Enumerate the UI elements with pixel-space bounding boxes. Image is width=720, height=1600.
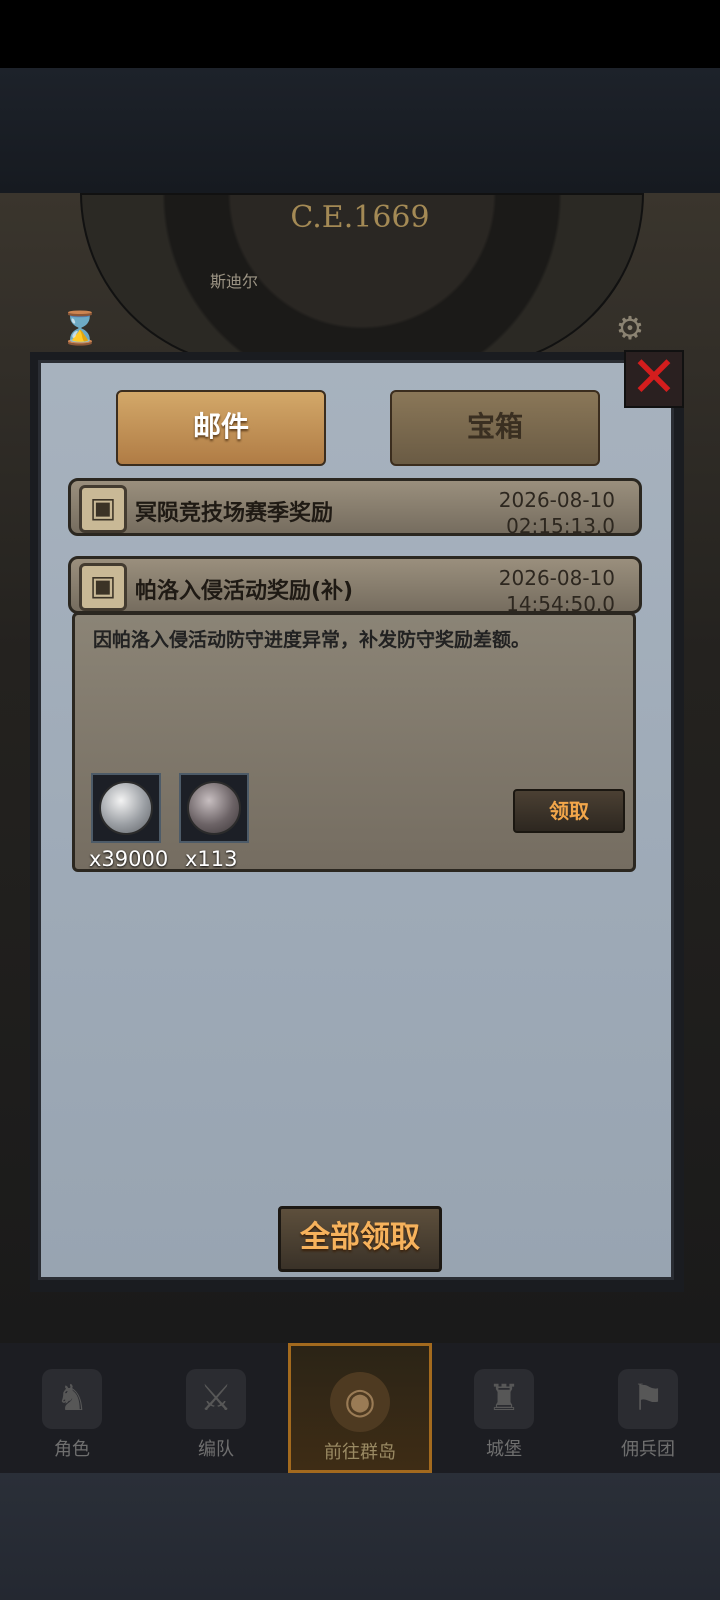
status-bar: [0, 0, 720, 68]
mail-datetime: 2026-08-10 14:54:50.0: [499, 565, 615, 617]
nav-label: 佣兵团: [621, 1439, 675, 1460]
gear-icon[interactable]: ⚙: [608, 306, 652, 350]
reward-item-medal[interactable]: [179, 773, 249, 843]
mail-box-icon: ▣: [79, 485, 127, 533]
mail-datetime: 2026-08-10 02:15:13.0: [499, 487, 615, 539]
globe-icon: ◉: [330, 1372, 390, 1432]
nav-item-islands[interactable]: ◉ 前往群岛: [288, 1343, 432, 1473]
nav-label: 编队: [198, 1439, 234, 1460]
mail-item[interactable]: ▣ 帕洛入侵活动奖励(补) 2026-08-10 14:54:50.0: [68, 556, 642, 617]
tab-chest[interactable]: 宝箱: [390, 390, 600, 466]
reward-qty: x113: [185, 847, 238, 871]
dark-medal-icon: [187, 781, 241, 835]
bottom-nav: ♞ 角色 ⚔ 编队 ◉ 前往群岛 ♜ 城堡 ⚑ 佣兵团: [0, 1343, 720, 1473]
nav-item-formation[interactable]: ⚔ 编队: [144, 1343, 288, 1473]
tab-mail[interactable]: 邮件: [116, 390, 326, 466]
bottom-background: [0, 1473, 720, 1600]
mail-date: 2026-08-10: [498, 566, 615, 590]
nav-label: 城堡: [486, 1439, 522, 1460]
reward-qty: x39000: [89, 847, 169, 871]
mail-body-card: 因帕洛入侵活动防守进度异常，补发防守奖励差额。 x39000 x113 领取: [72, 612, 636, 872]
close-button[interactable]: ✕: [624, 350, 684, 408]
mail-item[interactable]: ▣ 冥陨竞技场赛季奖励 2026-08-10 02:15:13.0: [68, 478, 642, 539]
mail-title: 冥陨竞技场赛季奖励: [135, 501, 334, 526]
mail-title: 帕洛入侵活动奖励(补): [135, 579, 354, 604]
nav-item-mercenary[interactable]: ⚑ 佣兵团: [576, 1343, 720, 1473]
place-label: 斯迪尔: [210, 272, 259, 291]
top-background: [0, 68, 720, 193]
mail-body-text: 因帕洛入侵活动防守进度异常，补发防守奖励差额。: [93, 629, 531, 651]
character-icon: ♞: [42, 1369, 102, 1429]
castle-icon: ♜: [474, 1369, 534, 1429]
formation-icon: ⚔: [186, 1369, 246, 1429]
hourglass-icon[interactable]: ⌛: [58, 306, 102, 350]
claim-button[interactable]: 领取: [513, 789, 625, 833]
claim-all-button[interactable]: 全部领取: [278, 1206, 442, 1272]
nav-label: 前往群岛: [324, 1442, 396, 1463]
mercenary-icon: ⚑: [618, 1369, 678, 1429]
nav-item-castle[interactable]: ♜ 城堡: [432, 1343, 576, 1473]
silver-coin-icon: [99, 781, 153, 835]
nav-item-character[interactable]: ♞ 角色: [0, 1343, 144, 1473]
reward-item-silver[interactable]: [91, 773, 161, 843]
era-label: C.E.1669: [290, 200, 430, 235]
mail-date: 2026-08-10: [498, 488, 615, 512]
nav-label: 角色: [54, 1439, 90, 1460]
mail-box-icon: ▣: [79, 563, 127, 611]
mail-time: 02:15:13.0: [506, 514, 615, 538]
